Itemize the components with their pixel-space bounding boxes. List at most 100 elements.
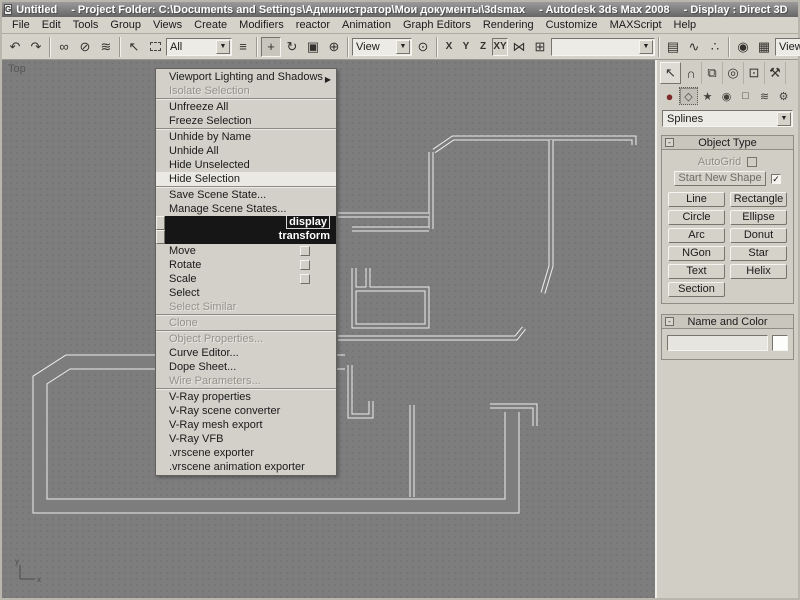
dropdown-arrow-icon[interactable]: ▼ (396, 40, 410, 54)
restrict-xy-plane-button[interactable]: XY (492, 38, 508, 56)
dropdown-arrow-icon[interactable]: ▼ (777, 112, 791, 126)
menu-item-hide-selection[interactable]: Hide Selection (156, 172, 336, 186)
tab-motion[interactable]: ◎ (723, 62, 744, 84)
restrict-y-button[interactable]: Y (458, 38, 474, 56)
object-color-swatch[interactable] (772, 335, 788, 351)
select-and-scale-icon[interactable]: ▣ (303, 37, 323, 57)
name-and-color-rollout-header[interactable]: - Name and Color (662, 315, 793, 329)
text-button[interactable]: Text (668, 264, 725, 279)
schematic-view-icon[interactable]: ∴ (705, 37, 725, 57)
menu-item-scale[interactable]: Scale (156, 272, 336, 286)
menu-reactor[interactable]: reactor (290, 17, 336, 33)
category-helpers-icon[interactable]: □ (736, 87, 755, 105)
menu-item-move[interactable]: Move (156, 244, 336, 258)
menu-edit[interactable]: Edit (36, 17, 67, 33)
autogrid-checkbox[interactable] (747, 157, 757, 167)
category-lights-icon[interactable]: ★ (698, 87, 717, 105)
menu-item-unhide-by-name[interactable]: Unhide by Name (156, 130, 336, 144)
tab-create[interactable]: ↖ (660, 62, 681, 84)
helix-button[interactable]: Helix (730, 264, 787, 279)
material-editor-icon[interactable]: ◉ (733, 37, 753, 57)
menu-item-unfreeze-all[interactable]: Unfreeze All (156, 100, 336, 114)
shape-type-dropdown[interactable]: Splines ▼ (662, 110, 793, 127)
move-settings-icon[interactable] (300, 246, 310, 256)
menu-item-save-scene-state[interactable]: Save Scene State... (156, 188, 336, 202)
dropdown-arrow-icon[interactable]: ▼ (216, 40, 230, 54)
menu-item-curve-editor[interactable]: Curve Editor... (156, 346, 336, 360)
collapse-icon[interactable]: - (665, 317, 674, 326)
menu-item-vray-vfb[interactable]: V-Ray VFB (156, 432, 336, 446)
bind-to-space-warp-icon[interactable]: ≋ (96, 37, 116, 57)
reference-coordinate-dropdown[interactable]: View ▼ (352, 38, 412, 56)
render-view-dropdown[interactable]: View ▼ (775, 38, 800, 56)
menu-animation[interactable]: Animation (336, 17, 397, 33)
menu-item-hide-unselected[interactable]: Hide Unselected (156, 158, 336, 172)
circle-button[interactable]: Circle (668, 210, 725, 225)
menu-item-vrscene-exporter[interactable]: .vrscene exporter (156, 446, 336, 460)
category-geometry-icon[interactable]: ● (660, 87, 679, 105)
menu-item-unhide-all[interactable]: Unhide All (156, 144, 336, 158)
donut-button[interactable]: Donut (730, 228, 787, 243)
dropdown-arrow-icon[interactable]: ▼ (639, 40, 653, 54)
menu-item-rotate[interactable]: Rotate (156, 258, 336, 272)
rectangle-button[interactable]: Rectangle (730, 192, 787, 207)
unlink-selection-icon[interactable]: ⊘ (75, 37, 95, 57)
menu-item-freeze-selection[interactable]: Freeze Selection (156, 114, 336, 128)
menu-modifiers[interactable]: Modifiers (233, 17, 290, 33)
menu-item-vray-mesh-export[interactable]: V-Ray mesh export (156, 418, 336, 432)
align-icon[interactable]: ⊞ (530, 37, 550, 57)
selection-filter-dropdown[interactable]: All ▼ (166, 38, 232, 56)
menu-help[interactable]: Help (668, 17, 703, 33)
menu-item-select[interactable]: Select (156, 286, 336, 300)
category-space-warps-icon[interactable]: ≋ (755, 87, 774, 105)
layer-manager-icon[interactable]: ▤ (663, 37, 683, 57)
menu-item-manage-scene-states[interactable]: Manage Scene States... (156, 202, 336, 216)
object-type-rollout-header[interactable]: - Object Type (662, 136, 793, 150)
ngon-button[interactable]: NGon (668, 246, 725, 261)
section-button[interactable]: Section (668, 282, 725, 297)
restrict-z-button[interactable]: Z (475, 38, 491, 56)
category-systems-icon[interactable]: ⚙ (774, 87, 793, 105)
menu-create[interactable]: Create (188, 17, 233, 33)
selection-region-icon[interactable] (145, 37, 165, 57)
select-and-rotate-icon[interactable]: ↻ (282, 37, 302, 57)
arc-button[interactable]: Arc (668, 228, 725, 243)
quad-header-transform[interactable]: transform (156, 230, 336, 244)
menu-rendering[interactable]: Rendering (477, 17, 540, 33)
select-and-manipulate-icon[interactable]: ⊕ (324, 37, 344, 57)
rotate-settings-icon[interactable] (300, 260, 310, 270)
start-new-shape-checkbox[interactable]: ✓ (771, 174, 781, 184)
select-and-link-icon[interactable]: ∞ (54, 37, 74, 57)
viewport-label[interactable]: Top (8, 63, 26, 75)
menu-views[interactable]: Views (147, 17, 188, 33)
menu-item-vray-scene-converter[interactable]: V-Ray scene converter (156, 404, 336, 418)
mirror-icon[interactable]: ⋈ (509, 37, 529, 57)
select-by-name-icon[interactable]: ≡ (233, 37, 253, 57)
tab-hierarchy[interactable]: ⧉ (702, 62, 723, 84)
use-pivot-center-icon[interactable]: ⊙ (413, 37, 433, 57)
menu-maxscript[interactable]: MAXScript (604, 17, 668, 33)
restrict-x-button[interactable]: X (441, 38, 457, 56)
scale-settings-icon[interactable] (300, 274, 310, 284)
render-setup-icon[interactable]: ▦ (754, 37, 774, 57)
ellipse-button[interactable]: Ellipse (730, 210, 787, 225)
tab-utilities[interactable]: ⚒ (765, 62, 786, 84)
menu-group[interactable]: Group (104, 17, 147, 33)
menu-graph-editors[interactable]: Graph Editors (397, 17, 477, 33)
object-name-input[interactable] (667, 335, 768, 351)
menu-item-dope-sheet[interactable]: Dope Sheet... (156, 360, 336, 374)
menu-file[interactable]: File (6, 17, 36, 33)
select-and-move-icon[interactable]: + (261, 37, 281, 57)
menu-item-viewport-lighting[interactable]: Viewport Lighting and Shadows▶ (156, 70, 336, 84)
tab-modify[interactable]: ∩ (681, 62, 702, 84)
select-object-icon[interactable]: ↖ (124, 37, 144, 57)
undo-icon[interactable]: ↶ (5, 37, 25, 57)
menu-tools[interactable]: Tools (67, 17, 105, 33)
app-icon[interactable]: G (4, 4, 12, 15)
menu-item-vrscene-animation-exporter[interactable]: .vrscene animation exporter (156, 460, 336, 474)
curve-editor-icon[interactable]: ∿ (684, 37, 704, 57)
menu-customize[interactable]: Customize (540, 17, 604, 33)
quad-header-display[interactable]: display (156, 216, 336, 230)
top-viewport[interactable]: Top (2, 60, 655, 598)
line-button[interactable]: Line (668, 192, 725, 207)
